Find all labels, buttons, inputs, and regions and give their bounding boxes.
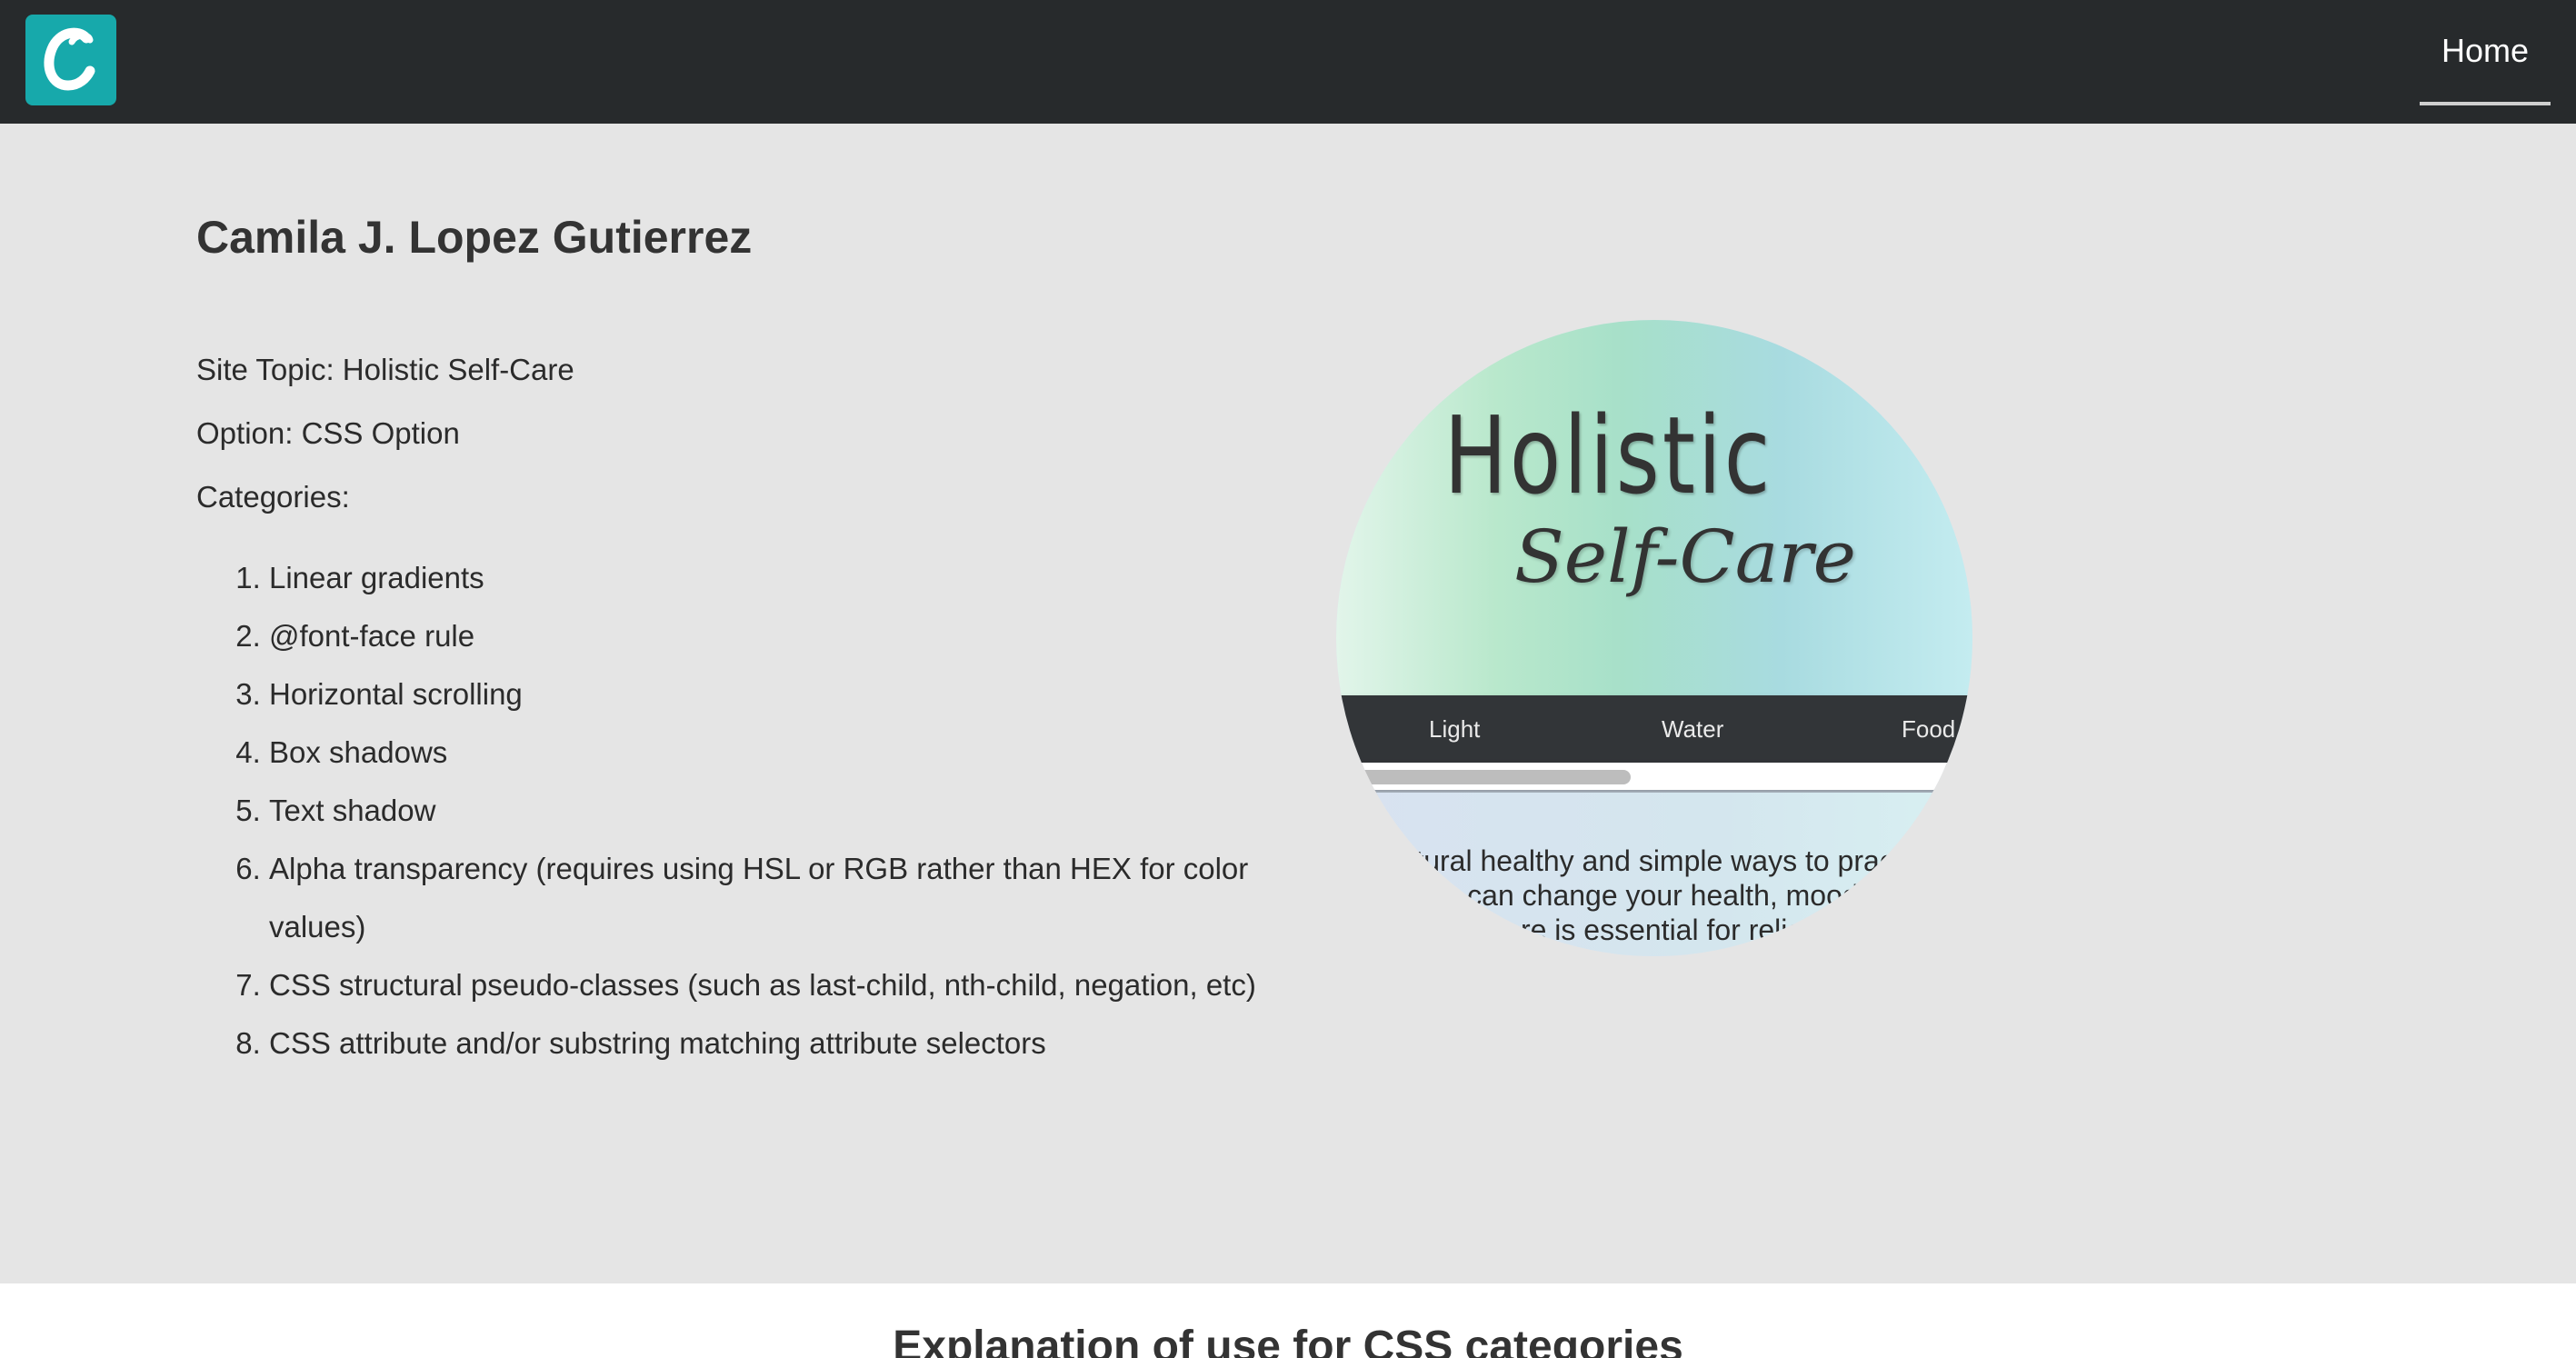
list-item: @font-face rule [269,607,1269,665]
preview-nav: Light Water Food [1336,695,1972,763]
preview-nav-light[interactable]: Light [1429,695,1480,763]
preview-title: Holistic [1443,393,1773,518]
site-preview-image: Holistic Self-Care Light Water Food Natu… [1336,320,1972,956]
preview-scrollbar[interactable] [1336,763,1972,790]
list-item: CSS structural pseudo-classes (such as l… [269,956,1269,1014]
site-option: Option: CSS Option [196,416,460,450]
list-item: Box shadows [269,724,1269,782]
list-item: Horizontal scrolling [269,665,1269,724]
top-nav-bar: Home [0,0,2576,124]
preview-body-text: Natural healthy and simple ways to pract… [1378,844,1940,946]
nav-home-link[interactable]: Home [2419,0,2551,105]
site-topic: Site Topic: Holistic Self-Care [196,353,574,386]
preview-nav-water[interactable]: Water [1662,695,1723,763]
list-item: Alpha transparency (requires using HSL o… [269,840,1269,956]
categories-label: Categories: [196,480,350,514]
intro-section: Camila J. Lopez Gutierrez Site Topic: Ho… [0,124,2576,1283]
preview-header: Holistic Self-Care [1336,320,1972,695]
preview-subtitle: Self-Care [1513,514,1856,599]
list-item: Linear gradients [269,549,1269,607]
author-name: Camila J. Lopez Gutierrez [196,212,753,263]
explanation-section: Explanation of use for CSS categories [0,1283,2576,1358]
preview-body: Natural healthy and simple ways to pract… [1336,793,1972,956]
preview-nav-food[interactable]: Food [1902,695,1955,763]
explanation-heading: Explanation of use for CSS categories [893,1323,1683,1358]
preview-scrollbar-thumb[interactable] [1343,770,1631,784]
list-item: CSS attribute and/or substring matching … [269,1014,1269,1073]
script-c-letter-icon [44,27,95,91]
categories-list: Linear gradients @font-face rule Horizon… [196,549,1269,1073]
list-item: Text shadow [269,782,1269,840]
logo-icon[interactable] [25,15,116,105]
site-info: Site Topic: Holistic Self-Care Option: C… [196,353,574,546]
